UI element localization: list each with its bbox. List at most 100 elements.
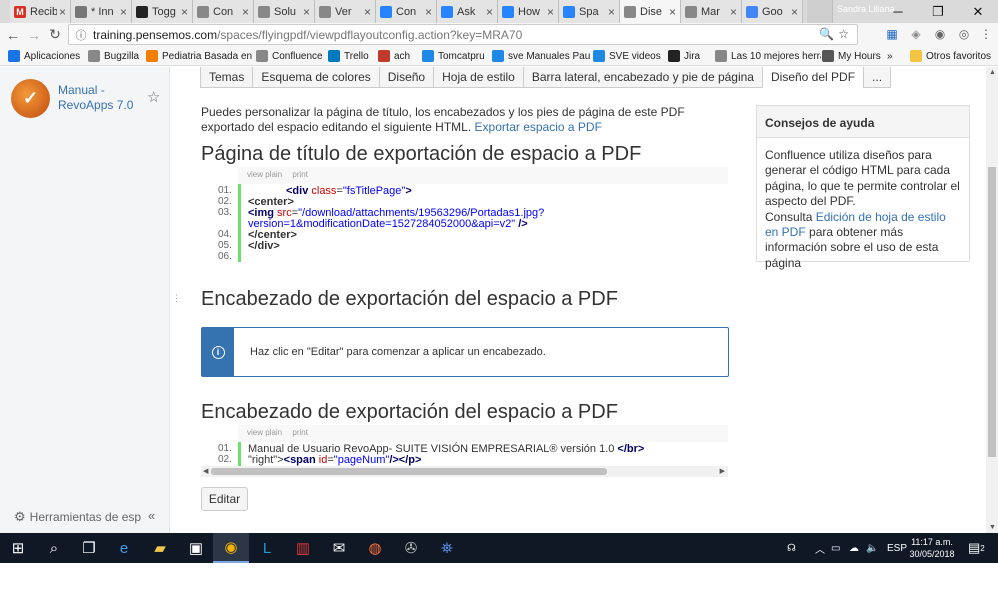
scrollbar-thumb[interactable] bbox=[988, 167, 996, 457]
zoom-icon[interactable]: 🔍 bbox=[819, 27, 834, 41]
print-link[interactable]: print bbox=[292, 428, 308, 437]
reload-button[interactable]: ↻ bbox=[45, 25, 65, 44]
close-tab-icon[interactable]: × bbox=[730, 5, 737, 19]
maximize-window-button[interactable]: ❐ bbox=[918, 0, 958, 23]
browser-tab[interactable]: Dise × bbox=[620, 0, 681, 23]
page-vertical-scrollbar[interactable]: ▲ ▼ bbox=[986, 67, 998, 533]
close-tab-icon[interactable]: × bbox=[242, 5, 249, 19]
bookmark-item[interactable]: ach bbox=[378, 48, 410, 64]
scroll-left-icon[interactable]: ◀ bbox=[203, 467, 208, 475]
view-plain-link[interactable]: view plain bbox=[247, 170, 282, 179]
firefox-icon[interactable]: ◍ bbox=[357, 533, 393, 563]
close-tab-icon[interactable]: × bbox=[486, 5, 493, 19]
close-tab-icon[interactable]: × bbox=[364, 5, 371, 19]
volume-icon[interactable]: 🔈 bbox=[866, 533, 878, 563]
windows-start-icon[interactable]: ⊞ bbox=[0, 533, 36, 563]
collapse-sidebar-icon[interactable]: « bbox=[148, 508, 155, 523]
notifications-icon[interactable]: ▤ 2 bbox=[968, 533, 985, 563]
scroll-down-icon[interactable]: ▼ bbox=[989, 524, 996, 531]
clock[interactable]: 11:17 a.m. 30/05/2018 bbox=[906, 536, 958, 560]
close-window-button[interactable]: ✕ bbox=[958, 0, 998, 23]
scroll-right-icon[interactable]: ▶ bbox=[720, 467, 725, 475]
bookmark-item[interactable]: sve Manuales Paula bbox=[492, 48, 590, 64]
forward-button[interactable]: → bbox=[24, 25, 44, 44]
app-blue-icon[interactable]: ⛯ bbox=[429, 533, 465, 563]
code-horizontal-scrollbar[interactable]: ◀ ▶ bbox=[201, 466, 728, 477]
search-icon[interactable]: ⌕ bbox=[36, 533, 72, 563]
close-tab-icon[interactable]: × bbox=[303, 5, 310, 19]
browser-tab[interactable]: Togg × bbox=[132, 0, 193, 23]
file-explorer-icon[interactable]: ▰ bbox=[142, 533, 178, 563]
more-bookmarks-button[interactable]: » bbox=[887, 48, 893, 64]
space-logo[interactable]: ✓ bbox=[11, 79, 50, 118]
bookmark-item[interactable]: Pediatria Basada en bbox=[146, 48, 252, 64]
export-space-link[interactable]: Exportar espacio a PDF bbox=[475, 120, 602, 134]
tab-0[interactable]: Temas bbox=[200, 67, 254, 88]
browser-tab[interactable]: * Inn × bbox=[71, 0, 132, 23]
bookmark-item[interactable]: Bugzilla bbox=[88, 48, 139, 64]
space-name-link[interactable]: Manual - RevoApps 7.0 bbox=[58, 83, 142, 113]
info-icon[interactable]: ⓘ bbox=[73, 27, 89, 43]
browser-tab[interactable]: Con × bbox=[193, 0, 254, 23]
chrome-icon[interactable]: ◉ bbox=[213, 533, 249, 563]
bookmark-item[interactable]: Tomcatpru bbox=[422, 48, 485, 64]
favourite-star-icon[interactable]: ☆ bbox=[147, 88, 160, 106]
view-plain-link[interactable]: view plain bbox=[247, 428, 282, 437]
extension-gear-icon[interactable]: ◎ bbox=[954, 24, 974, 44]
tab-6[interactable]: ... bbox=[863, 67, 892, 88]
extension-tag-icon[interactable]: ◈ bbox=[906, 24, 926, 44]
browser-tab[interactable]: How × bbox=[498, 0, 559, 23]
print-link[interactable]: print bbox=[292, 170, 308, 179]
close-tab-icon[interactable]: × bbox=[608, 5, 615, 19]
close-tab-icon[interactable]: × bbox=[791, 5, 798, 19]
close-tab-icon[interactable]: × bbox=[181, 5, 188, 19]
tray-chevron-icon[interactable]: ︿ bbox=[815, 533, 825, 563]
battery-icon[interactable]: ▭ bbox=[831, 533, 840, 563]
app-red-icon[interactable]: ▥ bbox=[285, 533, 321, 563]
browser-tab[interactable]: Ask × bbox=[437, 0, 498, 23]
back-button[interactable]: ← bbox=[3, 25, 23, 44]
minimize-window-button[interactable]: ─ bbox=[878, 0, 918, 23]
browser-tab[interactable]: Mar × bbox=[681, 0, 742, 23]
space-tools-menu[interactable]: ⚙ Herramientas de esp bbox=[14, 509, 141, 525]
chrome-menu-icon[interactable]: ⋮ bbox=[976, 24, 996, 44]
bookmark-item[interactable]: My Hours bbox=[822, 48, 881, 64]
browser-tab[interactable]: Ver × bbox=[315, 0, 376, 23]
bookmark-item[interactable]: Trello bbox=[328, 48, 369, 64]
close-tab-icon[interactable]: × bbox=[425, 5, 432, 19]
input-language[interactable]: ESP bbox=[887, 533, 907, 563]
bookmark-item[interactable]: Aplicaciones bbox=[8, 48, 80, 64]
tab-2[interactable]: Diseño bbox=[378, 67, 435, 88]
bookmark-star-icon[interactable]: ☆ bbox=[838, 27, 849, 41]
scrollbar-thumb[interactable] bbox=[211, 468, 607, 475]
browser-tab[interactable]: M Recib × bbox=[10, 0, 71, 23]
task-view-icon[interactable]: ❐ bbox=[71, 533, 107, 563]
network-icon[interactable]: ☁ bbox=[849, 533, 859, 563]
bookmark-item[interactable]: Las 10 mejores herra bbox=[715, 48, 821, 64]
bookmark-item[interactable]: Confluence bbox=[256, 48, 323, 64]
address-bar[interactable]: ⓘ training.pensemos.com/spaces/flyingpdf… bbox=[68, 24, 858, 45]
app-tool-icon[interactable]: ✇ bbox=[393, 533, 429, 563]
close-tab-icon[interactable]: × bbox=[59, 5, 66, 19]
browser-tab[interactable]: Con × bbox=[376, 0, 437, 23]
extension-dark-icon[interactable]: ◉ bbox=[930, 24, 950, 44]
close-tab-icon[interactable]: × bbox=[669, 5, 676, 19]
bookmark-item[interactable]: Otros favoritos bbox=[910, 48, 991, 64]
extension-icon[interactable]: ▦ bbox=[882, 24, 902, 44]
edit-button[interactable]: Editar bbox=[201, 487, 248, 511]
edge-icon[interactable]: e bbox=[106, 533, 142, 563]
tab-4[interactable]: Barra lateral, encabezado y pie de págin… bbox=[522, 67, 763, 88]
tray-person-icon[interactable]: ☊ bbox=[787, 533, 796, 563]
browser-tab[interactable]: Spa × bbox=[559, 0, 620, 23]
tab-1[interactable]: Esquema de colores bbox=[252, 67, 380, 88]
scroll-up-icon[interactable]: ▲ bbox=[989, 69, 996, 76]
bookmark-item[interactable]: SVE videos bbox=[593, 48, 661, 64]
close-tab-icon[interactable]: × bbox=[120, 5, 127, 19]
close-tab-icon[interactable]: × bbox=[547, 5, 554, 19]
tab-5[interactable]: Diseño del PDF bbox=[761, 67, 865, 88]
mail-icon[interactable]: ✉ bbox=[321, 533, 357, 563]
tab-3[interactable]: Hoja de estilo bbox=[433, 67, 524, 88]
browser-tab[interactable]: Solu × bbox=[254, 0, 315, 23]
new-tab-button[interactable] bbox=[807, 0, 833, 23]
store-icon[interactable]: ▣ bbox=[178, 533, 214, 563]
